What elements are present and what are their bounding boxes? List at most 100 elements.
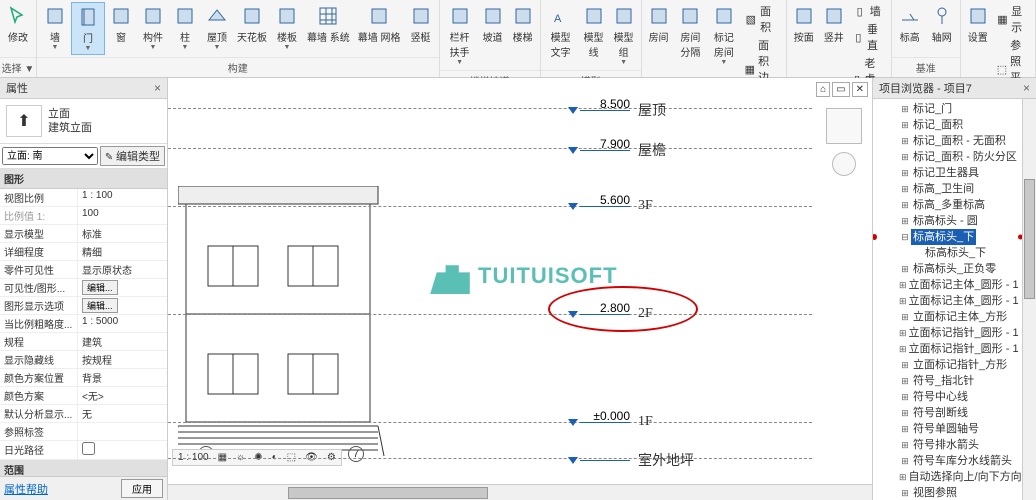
column-button[interactable]: 柱▼	[169, 2, 201, 53]
tree-item[interactable]: ⊞标高标头 - 圆	[873, 213, 1022, 229]
wall-button[interactable]: 墙▼	[39, 2, 71, 53]
component-button[interactable]: 构件▼	[137, 2, 169, 53]
prop-row[interactable]: 颜色方案<无>	[0, 387, 167, 405]
vertical-button[interactable]: 竖井	[819, 2, 849, 46]
modify-button[interactable]: 修改	[2, 2, 34, 46]
tree-item[interactable]: ⊞标记_面积	[873, 117, 1022, 133]
window-button[interactable]: 窗	[105, 2, 137, 46]
level-marker[interactable]: 7.900屋檐	[568, 140, 666, 160]
prop-category[interactable]: 图形	[0, 169, 167, 189]
group-button[interactable]: 模型 组▼	[609, 2, 639, 68]
mullion-button[interactable]: 竖梃	[405, 2, 437, 46]
tree-item[interactable]: ⊞立面标记主体_圆形 - 1	[873, 293, 1022, 309]
edit-button[interactable]: 编辑...	[82, 280, 118, 295]
curtain_sys-button[interactable]: 幕墙 系统	[303, 2, 354, 46]
rail-button[interactable]: 栏杆扶手▼	[442, 2, 478, 68]
select-panel-label[interactable]: 选择 ▼	[0, 57, 36, 77]
viewcube[interactable]	[826, 108, 862, 144]
vert_open-button[interactable]: ▯垂直	[849, 20, 889, 54]
tree-twisty-icon[interactable]: ⊞	[899, 421, 911, 437]
level-line[interactable]	[168, 314, 812, 315]
tree-twisty-icon[interactable]: ⊞	[899, 165, 911, 181]
text-button[interactable]: A模型 文字	[543, 2, 579, 61]
tree-twisty-icon[interactable]: ⊞	[899, 133, 911, 149]
nav-wheel[interactable]	[832, 152, 856, 176]
face-button[interactable]: 按面	[789, 2, 819, 46]
close-icon[interactable]: ×	[1023, 81, 1030, 95]
tree-twisty-icon[interactable]: ⊞	[899, 309, 911, 325]
tree-twisty-icon[interactable]: ⊞	[899, 149, 911, 165]
level-marker[interactable]: ±0.0001F	[568, 414, 653, 430]
tree-item[interactable]: ⊞立面标记主体_圆形 - 1	[873, 277, 1022, 293]
tree-item[interactable]: ⊞符号_指北针	[873, 373, 1022, 389]
tree-item[interactable]: ⊞符号中心线	[873, 389, 1022, 405]
checkbox[interactable]	[82, 442, 95, 455]
tree-item[interactable]: ⊞立面标记指针_圆形 - 1	[873, 341, 1022, 357]
tag-button[interactable]: 标记 房间▼	[707, 2, 741, 68]
tree-twisty-icon[interactable]: ⊞	[899, 197, 911, 213]
horizontal-scrollbar[interactable]	[168, 484, 872, 500]
type-selector[interactable]: ⬆ 立面 建筑立面	[0, 99, 167, 144]
prop-row[interactable]: 规程建筑	[0, 333, 167, 351]
prop-row[interactable]: 显示隐藏线按规程	[0, 351, 167, 369]
floor-button[interactable]: 楼板▼	[271, 2, 303, 53]
tree-item[interactable]: ⊞标记_面积 - 防火分区	[873, 149, 1022, 165]
curtain_grid-button[interactable]: 幕墙 网格	[354, 2, 405, 46]
prop-row[interactable]: 颜色方案位置背景	[0, 369, 167, 387]
tree-item[interactable]: ⊞立面标记指针_圆形 - 1	[873, 325, 1022, 341]
restore-icon[interactable]: ▭	[832, 82, 849, 97]
tree-twisty-icon[interactable]: ⊞	[899, 117, 911, 133]
tree-twisty-icon[interactable]: ⊟	[899, 229, 911, 245]
tree-item[interactable]: ⊞标记卫生器具	[873, 165, 1022, 181]
door-button[interactable]: 门▼	[71, 2, 105, 55]
prop-row[interactable]: 可见性/图形...编辑...	[0, 279, 167, 297]
tree-item[interactable]: ⊞符号排水箭头	[873, 437, 1022, 453]
tree-twisty-icon[interactable]: ⊞	[899, 261, 911, 277]
tree-twisty-icon[interactable]: ⊞	[899, 341, 907, 357]
edit-type-button[interactable]: ✎ 编辑类型	[100, 146, 165, 166]
grid-button[interactable]: 轴网	[926, 2, 958, 46]
browser-tree[interactable]: ⊞标记_门⊞标记_面积⊞标记_面积 - 无面积⊞标记_面积 - 防火分区⊞标记卫…	[873, 99, 1022, 500]
tree-item[interactable]: ⊞标记_面积 - 无面积	[873, 133, 1022, 149]
close-view-icon[interactable]: ✕	[852, 82, 868, 97]
prop-row[interactable]: 视图比例1 : 100	[0, 189, 167, 207]
tree-item[interactable]: 标高标头_下	[873, 245, 1022, 261]
set-button[interactable]: 设置	[963, 2, 993, 46]
tree-twisty-icon[interactable]: ⊞	[899, 213, 911, 229]
properties-help[interactable]: 属性帮助	[4, 481, 48, 497]
home-icon[interactable]: ⌂	[816, 82, 830, 97]
tree-twisty-icon[interactable]: ⊞	[899, 277, 907, 293]
tree-twisty-icon[interactable]: ⊞	[899, 293, 907, 309]
room-button[interactable]: 房间	[644, 2, 674, 46]
tree-item[interactable]: ⊞视图参照	[873, 485, 1022, 500]
tree-twisty-icon[interactable]: ⊞	[899, 325, 907, 341]
level-marker[interactable]: 5.6003F	[568, 198, 653, 214]
prop-row[interactable]: 当比例粗略度...1 : 5000	[0, 315, 167, 333]
grid-bubble[interactable]: 7	[348, 446, 364, 462]
ramp-button[interactable]: 坡道	[478, 2, 508, 46]
prop-category[interactable]: 范围	[0, 460, 167, 476]
ceiling-button[interactable]: 天花板	[233, 2, 271, 46]
prop-row[interactable]: 比例值 1:100	[0, 207, 167, 225]
stair-button[interactable]: 楼梯	[508, 2, 538, 46]
tree-twisty-icon[interactable]: ⊞	[899, 437, 911, 453]
wall-button[interactable]: ▯墙	[849, 2, 889, 20]
prop-row[interactable]: 参照标签	[0, 423, 167, 441]
level-line[interactable]	[168, 148, 812, 149]
tree-item[interactable]: ⊞立面标记主体_方形	[873, 309, 1022, 325]
tree-twisty-icon[interactable]: ⊞	[899, 181, 911, 197]
level-marker[interactable]: 8.500屋顶	[568, 100, 666, 120]
level-line[interactable]	[168, 206, 812, 207]
area-button[interactable]: ▧面积	[741, 2, 784, 36]
vertical-scrollbar[interactable]	[1022, 99, 1036, 500]
show-button[interactable]: ▦显示	[993, 2, 1033, 36]
edit-button[interactable]: 编辑...	[82, 298, 118, 313]
tree-item[interactable]: ⊞符号车库分水线箭头	[873, 453, 1022, 469]
tree-item[interactable]: ⊟标高标头_下	[873, 229, 1022, 245]
apply-button[interactable]: 应用	[121, 479, 163, 498]
tree-twisty-icon[interactable]: ⊞	[899, 357, 911, 373]
level-line[interactable]	[168, 458, 812, 459]
prop-row[interactable]: 显示模型标准	[0, 225, 167, 243]
tree-twisty-icon[interactable]: ⊞	[899, 485, 911, 500]
tree-item[interactable]: ⊞标记_门	[873, 101, 1022, 117]
